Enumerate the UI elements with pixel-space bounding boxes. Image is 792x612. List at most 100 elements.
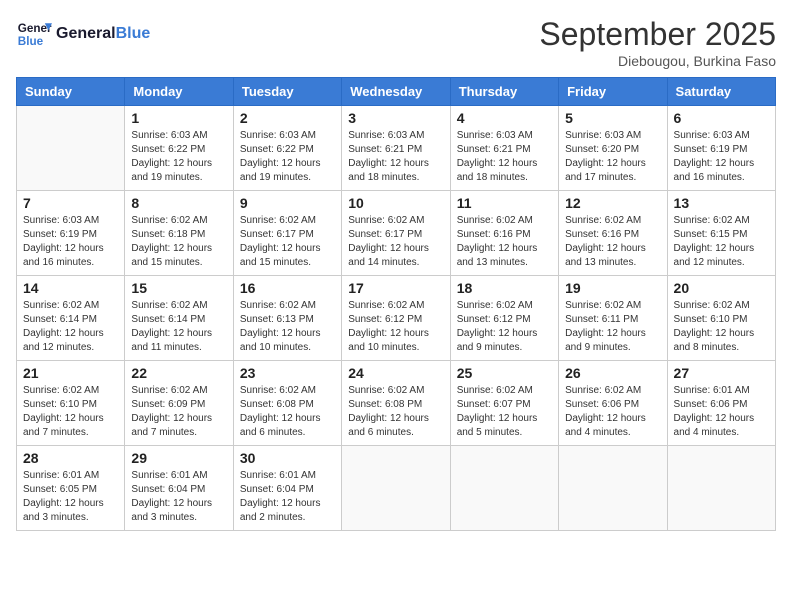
calendar-cell: 18Sunrise: 6:02 AM Sunset: 6:12 PM Dayli… [450, 276, 558, 361]
day-number: 27 [674, 365, 769, 381]
calendar-cell [342, 446, 450, 531]
day-number: 25 [457, 365, 552, 381]
calendar-cell: 21 Sunrise: 6:02 AM Sunset: 6:10 PM Dayli… [17, 361, 125, 446]
calendar-cell: 13 Sunrise: 6:02 AM Sunset: 6:15 PM Dayli… [667, 191, 775, 276]
calendar-cell: 29Sunrise: 6:01 AM Sunset: 6:04 PM Dayli… [125, 446, 233, 531]
day-info: Sunrise: 6:02 AM Sunset: 6:11 PM Dayligh… [565, 299, 660, 355]
day-info: Sunrise: 6:03 AM Sunset: 6:20 PM Dayligh… [565, 129, 660, 185]
calendar-cell: 17 Sunrise: 6:02 AM Sunset: 6:12 PM Dayli… [342, 276, 450, 361]
day-number: 24 [348, 365, 443, 381]
day-info: Sunrise: 6:02 AM Sunset: 6:15 PM Dayligh… [674, 214, 769, 270]
calendar-cell: 28 Sunrise: 6:01 AM Sunset: 6:05 PM Dayli… [17, 446, 125, 531]
day-info: Sunrise: 6:02 AM Sunset: 6:18 PM Dayligh… [131, 214, 226, 270]
day-info: Sunrise: 6:02 AM Sunset: 6:17 PM Dayligh… [348, 214, 443, 270]
logo: General Blue GeneralBlue [16, 16, 150, 52]
week-row-1: 1Sunrise: 6:03 AM Sunset: 6:22 PM Daylig… [17, 106, 776, 191]
calendar-cell [559, 446, 667, 531]
logo-text: GeneralBlue [56, 24, 150, 43]
day-info: Sunrise: 6:03 AM Sunset: 6:22 PM Dayligh… [131, 129, 226, 185]
day-number: 3 [348, 110, 443, 126]
week-row-4: 21 Sunrise: 6:02 AM Sunset: 6:10 PM Dayli… [17, 361, 776, 446]
calendar-cell [450, 446, 558, 531]
day-info: Sunrise: 6:01 AM Sunset: 6:04 PM Dayligh… [240, 469, 335, 525]
day-number: 18 [457, 280, 552, 296]
day-number: 19 [565, 280, 660, 296]
calendar-cell: 26Sunrise: 6:02 AM Sunset: 6:06 PM Dayli… [559, 361, 667, 446]
day-number: 6 [674, 110, 769, 126]
day-info: Sunrise: 6:01 AM Sunset: 6:06 PM Dayligh… [674, 384, 769, 440]
day-number: 13 [674, 195, 769, 211]
day-info: Sunrise: 6:02 AM Sunset: 6:12 PM Dayligh… [348, 299, 443, 355]
day-info: Sunrise: 6:01 AM Sunset: 6:05 PM Dayligh… [23, 469, 118, 525]
page-header: General Blue GeneralBlue September 2025 … [16, 16, 776, 69]
weekday-header-thursday: Thursday [450, 78, 558, 106]
calendar-cell: 6 Sunrise: 6:03 AM Sunset: 6:19 PM Daylig… [667, 106, 775, 191]
calendar-cell: 27 Sunrise: 6:01 AM Sunset: 6:06 PM Dayli… [667, 361, 775, 446]
calendar-cell [17, 106, 125, 191]
calendar-cell: 11 Sunrise: 6:02 AM Sunset: 6:16 PM Dayli… [450, 191, 558, 276]
weekday-header-row: SundayMondayTuesdayWednesdayThursdayFrid… [17, 78, 776, 106]
calendar-cell: 20 Sunrise: 6:02 AM Sunset: 6:10 PM Dayli… [667, 276, 775, 361]
day-number: 7 [23, 195, 118, 211]
day-info: Sunrise: 6:02 AM Sunset: 6:06 PM Dayligh… [565, 384, 660, 440]
day-info: Sunrise: 6:02 AM Sunset: 6:10 PM Dayligh… [674, 299, 769, 355]
calendar-cell: 16Sunrise: 6:02 AM Sunset: 6:13 PM Dayli… [233, 276, 341, 361]
day-info: Sunrise: 6:03 AM Sunset: 6:21 PM Dayligh… [457, 129, 552, 185]
day-info: Sunrise: 6:02 AM Sunset: 6:17 PM Dayligh… [240, 214, 335, 270]
calendar-cell: 14Sunrise: 6:02 AM Sunset: 6:14 PM Dayli… [17, 276, 125, 361]
day-number: 10 [348, 195, 443, 211]
calendar-cell: 19 Sunrise: 6:02 AM Sunset: 6:11 PM Dayli… [559, 276, 667, 361]
calendar-cell: 15Sunrise: 6:02 AM Sunset: 6:14 PM Dayli… [125, 276, 233, 361]
day-number: 5 [565, 110, 660, 126]
weekday-header-sunday: Sunday [17, 78, 125, 106]
calendar-cell: 4 Sunrise: 6:03 AM Sunset: 6:21 PM Daylig… [450, 106, 558, 191]
day-number: 28 [23, 450, 118, 466]
calendar-cell: 23 Sunrise: 6:02 AM Sunset: 6:08 PM Dayli… [233, 361, 341, 446]
day-info: Sunrise: 6:02 AM Sunset: 6:14 PM Dayligh… [23, 299, 118, 355]
day-info: Sunrise: 6:03 AM Sunset: 6:19 PM Dayligh… [674, 129, 769, 185]
svg-text:Blue: Blue [18, 35, 44, 48]
day-number: 29 [131, 450, 226, 466]
calendar-cell: 12Sunrise: 6:02 AM Sunset: 6:16 PM Dayli… [559, 191, 667, 276]
calendar-cell: 22Sunrise: 6:02 AM Sunset: 6:09 PM Dayli… [125, 361, 233, 446]
calendar-cell: 3Sunrise: 6:03 AM Sunset: 6:21 PM Daylig… [342, 106, 450, 191]
week-row-2: 7 Sunrise: 6:03 AM Sunset: 6:19 PM Daylig… [17, 191, 776, 276]
weekday-header-saturday: Saturday [667, 78, 775, 106]
logo-icon: General Blue [16, 16, 52, 52]
day-info: Sunrise: 6:02 AM Sunset: 6:16 PM Dayligh… [457, 214, 552, 270]
day-info: Sunrise: 6:02 AM Sunset: 6:10 PM Dayligh… [23, 384, 118, 440]
title-block: September 2025 Diebougou, Burkina Faso [539, 16, 776, 69]
weekday-header-wednesday: Wednesday [342, 78, 450, 106]
weekday-header-friday: Friday [559, 78, 667, 106]
calendar-cell: 24 Sunrise: 6:02 AM Sunset: 6:08 PM Dayli… [342, 361, 450, 446]
month-title: September 2025 [539, 16, 776, 53]
day-info: Sunrise: 6:02 AM Sunset: 6:09 PM Dayligh… [131, 384, 226, 440]
calendar-cell [667, 446, 775, 531]
day-info: Sunrise: 6:02 AM Sunset: 6:08 PM Dayligh… [348, 384, 443, 440]
calendar-cell: 25 Sunrise: 6:02 AM Sunset: 6:07 PM Dayli… [450, 361, 558, 446]
calendar-cell: 30Sunrise: 6:01 AM Sunset: 6:04 PM Dayli… [233, 446, 341, 531]
calendar-table: SundayMondayTuesdayWednesdayThursdayFrid… [16, 77, 776, 531]
day-info: Sunrise: 6:02 AM Sunset: 6:08 PM Dayligh… [240, 384, 335, 440]
day-number: 21 [23, 365, 118, 381]
day-number: 16 [240, 280, 335, 296]
day-info: Sunrise: 6:03 AM Sunset: 6:19 PM Dayligh… [23, 214, 118, 270]
day-number: 4 [457, 110, 552, 126]
day-number: 17 [348, 280, 443, 296]
day-number: 8 [131, 195, 226, 211]
calendar-cell: 7 Sunrise: 6:03 AM Sunset: 6:19 PM Daylig… [17, 191, 125, 276]
weekday-header-tuesday: Tuesday [233, 78, 341, 106]
day-info: Sunrise: 6:02 AM Sunset: 6:16 PM Dayligh… [565, 214, 660, 270]
calendar-cell: 2Sunrise: 6:03 AM Sunset: 6:22 PM Daylig… [233, 106, 341, 191]
day-number: 11 [457, 195, 552, 211]
calendar-cell: 5 Sunrise: 6:03 AM Sunset: 6:20 PM Daylig… [559, 106, 667, 191]
calendar-cell: 10 Sunrise: 6:02 AM Sunset: 6:17 PM Dayli… [342, 191, 450, 276]
day-number: 23 [240, 365, 335, 381]
day-info: Sunrise: 6:03 AM Sunset: 6:22 PM Dayligh… [240, 129, 335, 185]
location: Diebougou, Burkina Faso [539, 53, 776, 69]
calendar-cell: 9 Sunrise: 6:02 AM Sunset: 6:17 PM Daylig… [233, 191, 341, 276]
calendar-cell: 1Sunrise: 6:03 AM Sunset: 6:22 PM Daylig… [125, 106, 233, 191]
day-number: 20 [674, 280, 769, 296]
day-info: Sunrise: 6:02 AM Sunset: 6:07 PM Dayligh… [457, 384, 552, 440]
day-number: 9 [240, 195, 335, 211]
